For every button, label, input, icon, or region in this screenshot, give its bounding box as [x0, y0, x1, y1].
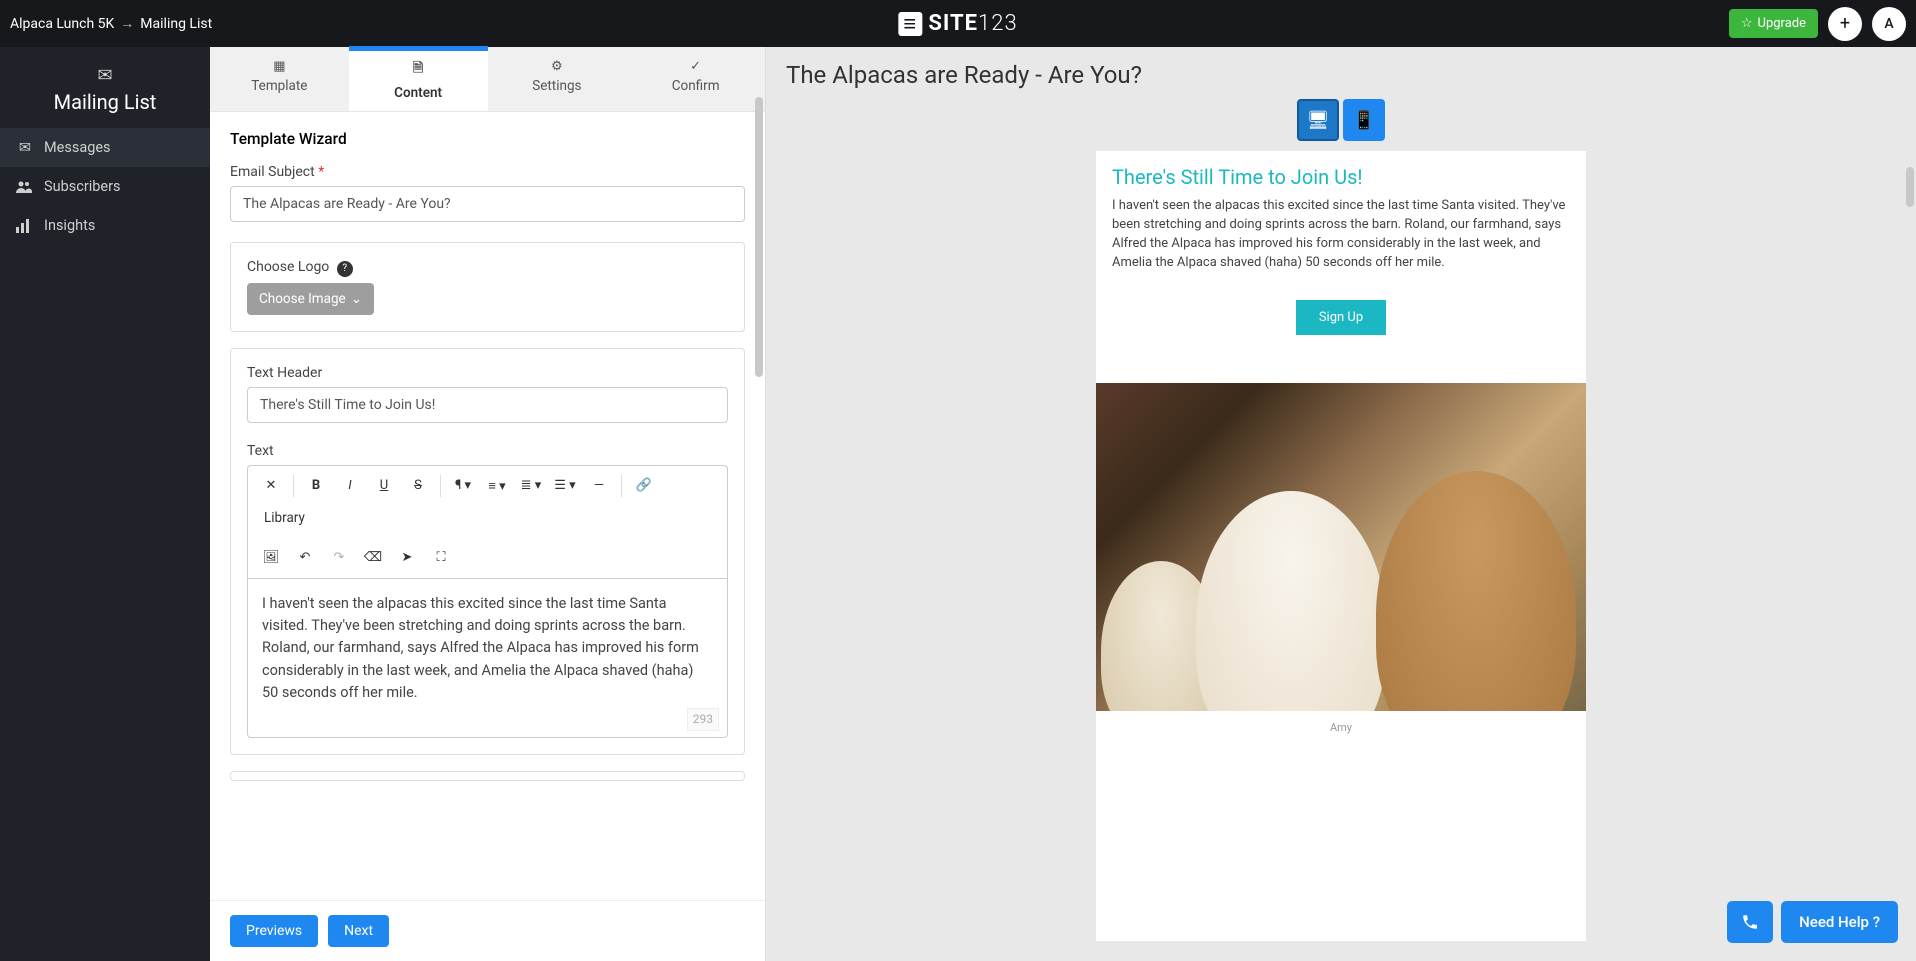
choose-image-button[interactable]: Choose Image ⌄	[247, 283, 374, 315]
plus-icon: +	[1840, 13, 1850, 34]
editor-body[interactable]: I haven't seen the alpacas this excited …	[247, 578, 728, 738]
email-body: I haven't seen the alpacas this excited …	[1112, 197, 1570, 272]
users-icon	[16, 180, 34, 194]
email-footer: Amy	[1096, 711, 1586, 738]
chevron-right-icon: →	[120, 15, 134, 32]
eraser-icon[interactable]: ⌫	[358, 544, 388, 572]
label-text: Text	[247, 443, 728, 459]
image-icon[interactable]: 🖼	[256, 544, 286, 572]
help-icon[interactable]: ?	[337, 261, 353, 277]
logo-icon: ≡	[898, 12, 922, 36]
fullscreen-icon[interactable]: ⛶	[426, 544, 456, 572]
top-bar: Alpaca Lunch 5K → Mailing List ≡ SITE123…	[0, 0, 1916, 47]
sidebar-item-subscribers[interactable]: Subscribers	[0, 167, 210, 206]
underline-icon[interactable]: U	[369, 472, 399, 500]
add-button[interactable]: +	[1828, 7, 1862, 41]
sidebar-item-label: Subscribers	[44, 178, 121, 195]
email-preview: There's Still Time to Join Us! I haven't…	[1096, 151, 1586, 941]
wizard-tabs: ▦ Template 🗎 Content ⚙ Settings ✓ Confir…	[210, 47, 765, 112]
text-header-input[interactable]	[247, 387, 728, 423]
envelope-icon: ✉	[16, 139, 34, 156]
redo-icon[interactable]: ↷	[324, 544, 354, 572]
preview-area: The Alpacas are Ready - Are You? 🖥 📱 The…	[766, 47, 1916, 961]
sidebar-header: ✉ Mailing List	[0, 47, 210, 128]
paragraph-icon[interactable]: ¶ ▾	[448, 472, 478, 500]
desktop-icon: 🖥	[1307, 110, 1330, 131]
unordered-list-icon[interactable]: ☰ ▾	[550, 472, 580, 500]
bold-icon[interactable]: B	[301, 472, 331, 500]
help-widget: Need Help ?	[1727, 901, 1898, 943]
italic-icon[interactable]: I	[335, 472, 365, 500]
strike-icon[interactable]: S	[403, 472, 433, 500]
phone-help-button[interactable]	[1727, 901, 1773, 943]
close-icon[interactable]: ✕	[256, 472, 286, 500]
breadcrumb-page[interactable]: Mailing List	[140, 16, 212, 32]
breadcrumb: Alpaca Lunch 5K → Mailing List	[10, 15, 212, 32]
tab-template[interactable]: ▦ Template	[210, 47, 349, 111]
library-button[interactable]: Library	[256, 504, 313, 532]
scrollbar[interactable]	[1906, 167, 1914, 207]
sidebar-item-label: Insights	[44, 217, 95, 234]
envelope-icon: ✉	[0, 65, 210, 86]
previews-button[interactable]: Previews	[230, 915, 318, 947]
editor-toolbar: ✕ B I U S ¶ ▾ ≡ ▾ ≣ ▾ ☰ ▾ — 🔗 Library	[247, 465, 728, 578]
panel-body[interactable]: Template Wizard Email Subject * Choose L…	[210, 112, 765, 900]
chart-icon	[16, 219, 34, 233]
label-text-header: Text Header	[247, 365, 728, 381]
tab-settings[interactable]: ⚙ Settings	[488, 47, 627, 111]
wizard-title: Template Wizard	[230, 130, 745, 148]
sidebar: ✉ Mailing List ✉ Messages Subscribers In…	[0, 47, 210, 961]
logo-card: Choose Logo ? Choose Image ⌄	[230, 242, 745, 332]
sidebar-title: Mailing List	[0, 90, 210, 114]
device-toggle: 🖥 📱	[766, 99, 1916, 141]
sidebar-item-insights[interactable]: Insights	[0, 206, 210, 245]
link-icon[interactable]: 🔗	[629, 472, 659, 500]
sidebar-item-messages[interactable]: ✉ Messages	[0, 128, 210, 167]
desktop-view-button[interactable]: 🖥	[1297, 99, 1339, 141]
tab-confirm[interactable]: ✓ Confirm	[626, 47, 765, 111]
email-header: There's Still Time to Join Us!	[1112, 165, 1570, 189]
panel-footer: Previews Next	[210, 900, 765, 961]
align-icon[interactable]: ≡ ▾	[482, 472, 512, 500]
label-choose-logo: Choose Logo ?	[247, 259, 728, 277]
next-button[interactable]: Next	[328, 915, 389, 947]
mobile-icon: 📱	[1353, 110, 1375, 131]
avatar[interactable]: A	[1872, 7, 1906, 41]
breadcrumb-site[interactable]: Alpaca Lunch 5K	[10, 16, 114, 32]
preview-title: The Alpacas are Ready - Are You?	[766, 47, 1916, 99]
ordered-list-icon[interactable]: ≣ ▾	[516, 472, 546, 500]
cursor-icon[interactable]: ➤	[392, 544, 422, 572]
hr-icon[interactable]: —	[584, 472, 614, 500]
preview-scroll[interactable]: There's Still Time to Join Us! I haven't…	[766, 151, 1916, 961]
sidebar-item-label: Messages	[44, 139, 111, 156]
text-card: Text Header Text ✕ B I U S ¶ ▾ ≡ ▾ ≣ ▾ ☰…	[230, 348, 745, 755]
email-image	[1096, 383, 1586, 711]
upgrade-button[interactable]: ☆ Upgrade	[1729, 9, 1818, 38]
label-email-subject: Email Subject *	[230, 164, 745, 180]
grid-icon: ▦	[210, 59, 349, 74]
tab-content[interactable]: 🗎 Content	[349, 47, 488, 111]
next-card-peek	[230, 771, 745, 781]
star-icon: ☆	[1741, 16, 1753, 31]
phone-icon	[1741, 913, 1759, 931]
site-logo[interactable]: ≡ SITE123	[898, 11, 1017, 36]
mobile-view-button[interactable]: 📱	[1343, 99, 1385, 141]
file-icon: 🗎	[349, 59, 488, 81]
undo-icon[interactable]: ↶	[290, 544, 320, 572]
gear-icon: ⚙	[488, 59, 627, 74]
check-icon: ✓	[626, 59, 765, 74]
alpaca-illustration	[1376, 471, 1576, 711]
topbar-actions: ☆ Upgrade + A	[1729, 7, 1906, 41]
need-help-button[interactable]: Need Help ?	[1781, 901, 1898, 943]
chevron-down-icon: ⌄	[351, 291, 362, 307]
char-count: 293	[687, 708, 719, 731]
email-subject-input[interactable]	[230, 186, 745, 222]
signup-button[interactable]: Sign Up	[1296, 300, 1386, 335]
scrollbar[interactable]	[755, 112, 763, 377]
field-email-subject: Email Subject *	[230, 164, 745, 222]
alpaca-illustration	[1196, 491, 1386, 711]
editor-panel: ▦ Template 🗎 Content ⚙ Settings ✓ Confir…	[210, 47, 766, 961]
